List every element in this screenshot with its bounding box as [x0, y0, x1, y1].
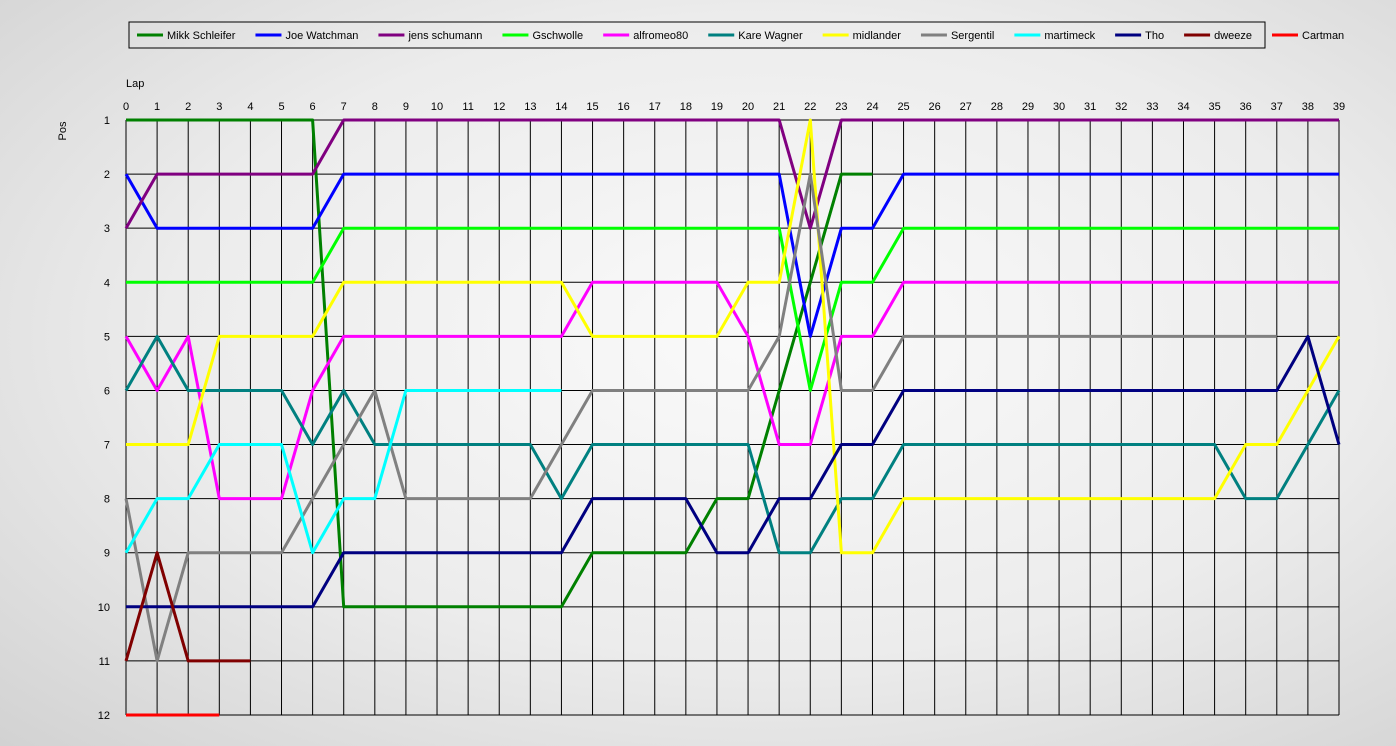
- x-tick-label: 5: [278, 101, 284, 113]
- x-axis-label: Lap: [126, 78, 144, 90]
- x-tick-label: 30: [1053, 101, 1065, 113]
- x-tick-label: 2: [185, 101, 191, 113]
- legend-label: Joe Watchman: [285, 30, 358, 42]
- legend-entry: Gschwolle: [502, 30, 583, 42]
- x-tick-label: 18: [680, 101, 692, 113]
- x-tick-label: 31: [1084, 101, 1096, 113]
- legend-label: Kare Wagner: [738, 30, 803, 42]
- legend-entry: Cartman: [1272, 30, 1344, 42]
- legend-entry: Joe Watchman: [255, 30, 358, 42]
- x-tick-label: 17: [649, 101, 661, 113]
- y-tick-label: 7: [104, 440, 110, 452]
- x-tick-label: 29: [1022, 101, 1034, 113]
- legend-label: jens schumann: [407, 30, 482, 42]
- y-tick-label: 5: [104, 331, 110, 343]
- legend-entry: alfromeo80: [603, 30, 688, 42]
- x-tick-label: 16: [618, 101, 630, 113]
- x-tick-label: 11: [462, 101, 473, 113]
- x-tick-label: 6: [310, 101, 316, 113]
- series-lines: [124, 118, 1341, 717]
- legend-entry: martimeck: [1014, 30, 1096, 42]
- x-tick-label: 14: [555, 101, 567, 113]
- x-tick-label: 4: [247, 101, 253, 113]
- y-axis-label: Pos: [57, 121, 69, 140]
- legend-entry: Kare Wagner: [708, 30, 803, 42]
- y-tick-label: 9: [104, 548, 110, 560]
- x-tick-label: 39: [1333, 101, 1345, 113]
- legend: Mikk Schleifer Joe Watchman jens schumann G…: [128, 21, 1344, 49]
- x-tick-label: 1: [154, 101, 160, 113]
- legend-label: Tho: [1145, 30, 1164, 42]
- x-tick-label: 34: [1177, 101, 1189, 113]
- legend-label: Cartman: [1302, 30, 1344, 42]
- legend-entry: dweeze: [1184, 30, 1252, 42]
- x-tick-label: 9: [403, 101, 409, 113]
- x-tick-label: 22: [804, 101, 816, 113]
- y-tick-label: 10: [98, 602, 110, 614]
- series-line-tho: [126, 334, 1341, 609]
- x-tick-label: 24: [866, 101, 878, 113]
- legend-label: Gschwolle: [532, 30, 583, 42]
- y-tick-label: 6: [104, 385, 110, 397]
- x-tick-label: 35: [1208, 101, 1220, 113]
- y-tick-label: 4: [104, 277, 110, 289]
- x-tick-label: 27: [960, 101, 972, 113]
- legend-label: midlander: [853, 30, 902, 42]
- x-tick-label: 21: [773, 101, 785, 113]
- x-tick-label: 7: [341, 101, 347, 113]
- x-tick-label: 38: [1302, 101, 1314, 113]
- legend-label: Sergentil: [951, 30, 994, 42]
- legend-entry: Mikk Schleifer: [137, 30, 236, 42]
- x-tick-label: 25: [897, 101, 909, 113]
- x-tick-label: 36: [1240, 101, 1252, 113]
- x-tick-label: 19: [711, 101, 723, 113]
- x-tick-label: 33: [1146, 101, 1158, 113]
- x-tick-label: 20: [742, 101, 754, 113]
- y-tick-label: 2: [104, 169, 110, 181]
- legend-label: Mikk Schleifer: [167, 30, 236, 42]
- legend-label: alfromeo80: [633, 30, 688, 42]
- y-tick-label: 11: [99, 656, 110, 668]
- x-tick-label: 23: [835, 101, 847, 113]
- y-tick-label: 12: [98, 710, 110, 722]
- y-tick-label: 1: [104, 115, 110, 127]
- x-tick-label: 10: [431, 101, 443, 113]
- x-tick-label: 0: [123, 101, 129, 113]
- x-tick-label: 12: [493, 101, 505, 113]
- x-tick-label: 37: [1271, 101, 1283, 113]
- y-tick-label: 8: [104, 494, 110, 506]
- grid: [125, 119, 1340, 716]
- legend-entry: Tho: [1115, 30, 1164, 42]
- x-tick-label: 15: [586, 101, 598, 113]
- x-tick-label: 3: [216, 101, 222, 113]
- x-tick-label: 32: [1115, 101, 1127, 113]
- lap-position-chart: Lap Pos 0 1 2 3 4 5 6 7 8 9 10 11 12 13 14 15 16 17 18 19 20…: [57, 21, 1345, 722]
- legend-label: dweeze: [1214, 30, 1252, 42]
- y-tick-label: 3: [104, 223, 110, 235]
- x-tick-label: 28: [991, 101, 1003, 113]
- x-tick-label: 8: [372, 101, 378, 113]
- legend-label: martimeck: [1044, 30, 1095, 42]
- legend-entry: midlander: [822, 30, 902, 42]
- x-tick-label: 13: [524, 101, 536, 113]
- x-tick-label: 26: [929, 101, 941, 113]
- legend-entry: Sergentil: [920, 30, 994, 42]
- legend-entry: jens schumann: [378, 30, 482, 42]
